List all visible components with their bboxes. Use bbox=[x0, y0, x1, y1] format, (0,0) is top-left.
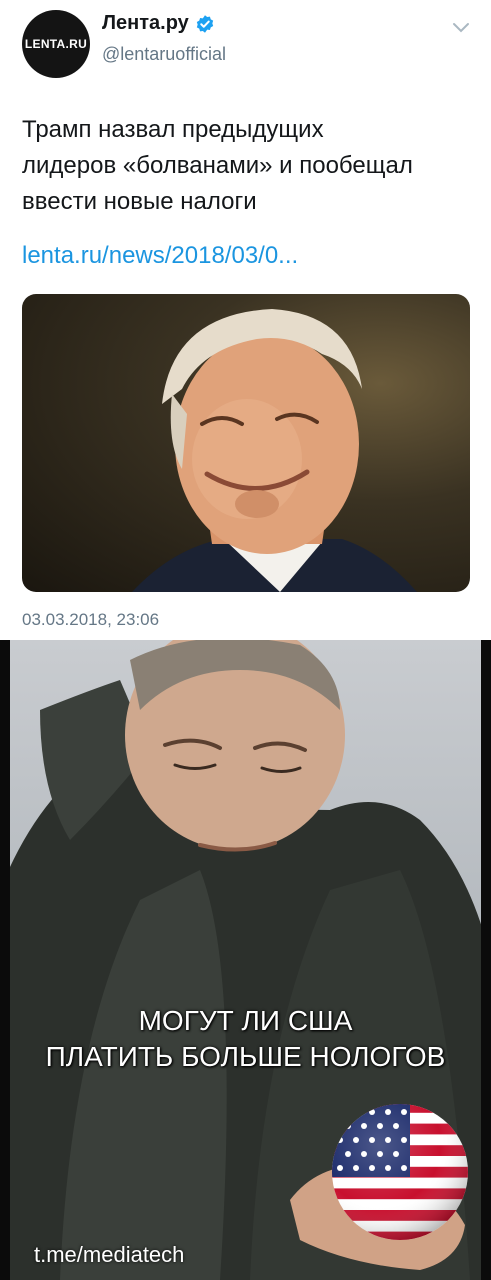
chevron-down-icon[interactable] bbox=[452, 22, 470, 34]
usa-flag-ball-icon bbox=[332, 1104, 468, 1240]
avatar-logo-text: LENTA.RU bbox=[24, 37, 88, 51]
account-handle[interactable]: @lentaruofficial bbox=[102, 44, 226, 65]
channel-watermark: t.me/mediatech bbox=[34, 1242, 185, 1267]
verified-badge-icon bbox=[196, 14, 213, 33]
account-name-row: Лента.ру bbox=[102, 12, 215, 35]
meme-caption-line: МОГУТ ЛИ США bbox=[138, 1005, 353, 1036]
meme-image bbox=[0, 640, 491, 1280]
meme-caption-line: ПЛАТИТЬ БОЛЬШЕ НОЛОГОВ bbox=[45, 1041, 446, 1072]
tweet-text-line: Трамп назвал предыдущих bbox=[22, 116, 324, 143]
tweet-text-line: лидеров «болванами» и пообещал bbox=[22, 152, 413, 179]
meme-border-right bbox=[481, 640, 491, 1280]
account-name[interactable]: Лента.ру bbox=[102, 12, 189, 35]
meme-border-left bbox=[0, 640, 10, 1280]
tweet-photo[interactable] bbox=[22, 294, 470, 592]
tweet-text-line: ввести новые налоги bbox=[22, 188, 257, 215]
avatar[interactable]: LENTA.RU bbox=[22, 10, 90, 78]
tweet-timestamp[interactable]: 03.03.2018, 23:06 bbox=[22, 610, 159, 630]
article-link[interactable]: lenta.ru/news/2018/03/0... bbox=[22, 242, 298, 270]
portrait-photo-illustration bbox=[132, 309, 417, 592]
tweet-text: Трамп назвал предыдущих лидеров «болвана… bbox=[22, 112, 472, 220]
tweet-card: LENTA.RU Лента.ру @lentaruofficial Трамп… bbox=[0, 0, 491, 640]
